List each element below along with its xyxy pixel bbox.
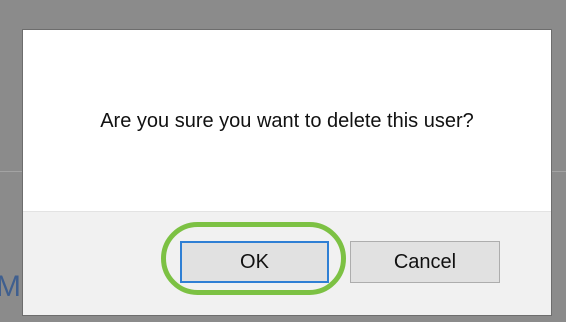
cancel-button[interactable]: Cancel xyxy=(350,241,500,283)
dialog-footer: OK Cancel xyxy=(23,211,551,315)
confirm-delete-dialog: Are you sure you want to delete this use… xyxy=(22,29,552,316)
ok-button[interactable]: OK xyxy=(180,241,329,283)
dialog-message: Are you sure you want to delete this use… xyxy=(100,110,474,132)
